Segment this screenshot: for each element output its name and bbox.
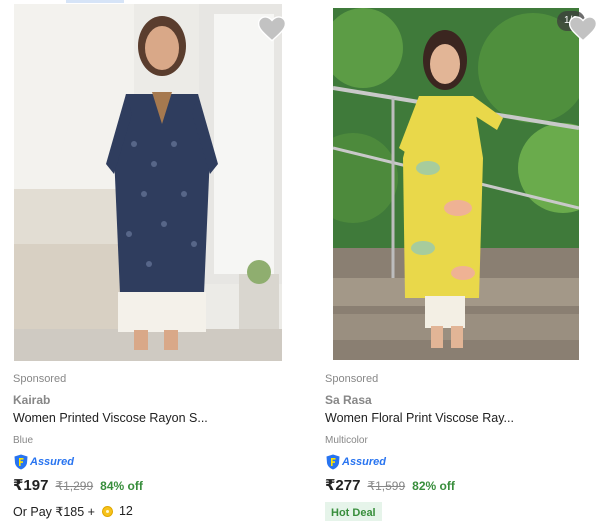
kurta-photo-navy-printed — [14, 4, 282, 361]
wishlist-heart-icon[interactable] — [257, 16, 287, 42]
original-price: ₹1,299 — [55, 479, 94, 493]
wishlist-heart-icon[interactable] — [568, 16, 598, 42]
discount-percent: 84% off — [100, 479, 143, 493]
sponsored-label: Sponsored — [325, 373, 379, 385]
product-image[interactable] — [333, 8, 579, 360]
assured-text: Assured — [30, 456, 75, 468]
brand-name: Kairab — [13, 393, 51, 407]
coin-pay-text: Or Pay ₹185 + — [13, 504, 95, 519]
price-row: ₹277 ₹1,599 82% off — [325, 476, 605, 494]
sponsored-label: Sponsored — [13, 373, 67, 385]
assured-text: Assured — [342, 456, 387, 468]
product-info: Sponsored Sa Rasa Women Floral Print Vis… — [325, 373, 605, 521]
product-card-sa-rasa[interactable]: 1/9 Sponsored Sa Rasa Women Floral Print… — [311, 0, 607, 521]
price-row: ₹197 ₹1,299 84% off — [13, 476, 293, 494]
hot-deal-badge: Hot Deal — [325, 502, 382, 521]
product-title[interactable]: Women Printed Viscose Rayon S... — [13, 411, 293, 427]
color-label: Blue — [13, 435, 34, 446]
product-image[interactable] — [14, 4, 282, 361]
kurta-photo-yellow-floral — [333, 8, 579, 360]
color-label: Multicolor — [325, 435, 368, 446]
brand-name: Sa Rasa — [325, 393, 372, 407]
assured-shield-icon — [14, 454, 28, 470]
assured-shield-icon — [326, 454, 340, 470]
assured-badge: Assured — [325, 454, 605, 470]
coin-count: 12 — [118, 504, 133, 518]
product-info: Sponsored Kairab Women Printed Viscose R… — [13, 373, 293, 519]
product-card-kairab[interactable]: Sponsored Kairab Women Printed Viscose R… — [0, 0, 300, 521]
discount-percent: 82% off — [412, 479, 455, 493]
assured-badge: Assured — [13, 454, 293, 470]
coin-pay-offer: Or Pay ₹185 + 12 — [13, 503, 293, 519]
product-title[interactable]: Women Floral Print Viscose Ray... — [325, 411, 605, 427]
original-price: ₹1,599 — [367, 479, 406, 493]
supercoin-icon — [101, 505, 113, 517]
selling-price: ₹277 — [325, 477, 361, 494]
selling-price: ₹197 — [13, 477, 49, 494]
